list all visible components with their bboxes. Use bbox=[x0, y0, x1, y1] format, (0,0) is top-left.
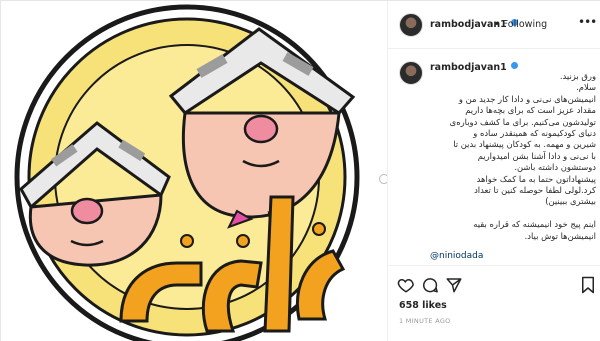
separator: • bbox=[494, 19, 500, 30]
post-actions: 658 likes 1 MINUTE AGO bbox=[388, 265, 600, 341]
caption-text: ورق بزنید. سلام. انیمیشن‌های نی‌نی و داد… bbox=[449, 71, 596, 241]
bookmark-icon[interactable] bbox=[580, 276, 596, 294]
post-timestamp[interactable]: 1 MINUTE AGO bbox=[399, 317, 451, 325]
share-icon[interactable] bbox=[445, 276, 463, 294]
verified-badge-icon bbox=[511, 62, 519, 69]
heart-icon[interactable] bbox=[397, 276, 415, 294]
nini-dada-logo-illustration bbox=[14, 4, 360, 341]
post-image[interactable] bbox=[1, 1, 387, 341]
instagram-post: rambodjavan1 • Following ••• rambodjavan… bbox=[0, 0, 600, 341]
caption-area: rambodjavan1 ورق بزنید. سلام. انیمیشن‌ها… bbox=[388, 49, 600, 265]
post-sidebar: rambodjavan1 • Following ••• rambodjavan… bbox=[387, 1, 600, 341]
following-button[interactable]: • Following bbox=[494, 19, 547, 30]
more-dots-icon[interactable]: ••• bbox=[578, 15, 597, 29]
next-image-button[interactable] bbox=[379, 174, 387, 184]
avatar[interactable] bbox=[399, 13, 423, 37]
comment-icon[interactable] bbox=[421, 276, 439, 294]
post-header: rambodjavan1 • Following ••• bbox=[388, 1, 600, 49]
mention-link[interactable]: @niniodada bbox=[430, 251, 483, 261]
like-count[interactable]: 658 likes bbox=[399, 300, 447, 311]
